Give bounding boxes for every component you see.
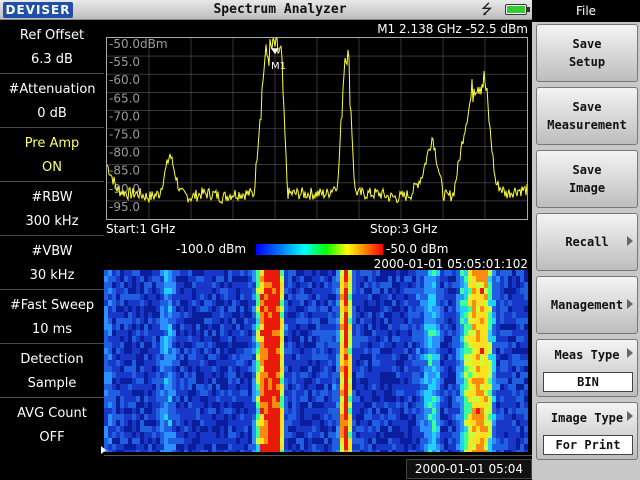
param-value: 10 ms: [31, 322, 73, 337]
param-label: Ref Offset: [19, 28, 85, 43]
button-label: Setup: [568, 55, 606, 69]
y-tick-label: -65.0: [109, 91, 140, 105]
button-label: Measurement: [547, 118, 627, 132]
param-label: Detection: [20, 352, 84, 367]
battery-icon: [505, 4, 530, 15]
y-tick-label: -70.0: [109, 109, 140, 123]
param-rbw[interactable]: #RBW 300 kHz: [0, 182, 104, 236]
param-label: #RBW: [31, 190, 73, 205]
param-label: #Attenuation: [8, 82, 96, 97]
management-button[interactable]: Management: [536, 276, 638, 334]
parameter-panel: Ref Offset 6.3 dB #Attenuation 0 dB Pre …: [0, 20, 104, 452]
submenu-arrow-icon: [627, 411, 633, 421]
param-label: Pre Amp: [24, 136, 80, 151]
param-label: AVG Count: [17, 406, 87, 421]
param-value: 0 dB: [37, 106, 67, 121]
menu-title: File: [532, 0, 640, 22]
param-value: ON: [42, 160, 62, 175]
param-value: OFF: [39, 430, 65, 445]
button-label: Image Type: [550, 411, 624, 425]
waterfall-position-marker: [101, 446, 106, 454]
app-title: Spectrum Analyzer: [213, 2, 347, 17]
y-tick-label: -80.0: [109, 146, 140, 160]
param-value: 300 kHz: [25, 214, 79, 229]
waterfall-image: [104, 270, 528, 456]
save-measurement-button[interactable]: Save Measurement: [536, 87, 638, 145]
save-setup-button[interactable]: Save Setup: [536, 24, 638, 82]
recall-button[interactable]: Recall: [536, 213, 638, 271]
button-label: Management: [550, 298, 624, 312]
param-vbw[interactable]: #VBW 30 kHz: [0, 236, 104, 290]
image-type-button[interactable]: Image Type For Print: [536, 402, 638, 460]
y-tick-label: -60.0: [109, 73, 140, 87]
spectrum-chart: -50.0dBm -55.0 -60.0 -65.0 -70.0 -75.0 -80.0 -8…: [106, 37, 528, 219]
param-ref-offset[interactable]: Ref Offset 6.3 dB: [0, 20, 104, 74]
waterfall-color-bar: [256, 244, 383, 255]
y-tick-label: -50.0dBm: [109, 38, 168, 51]
param-pre-amp[interactable]: Pre Amp ON: [0, 128, 104, 182]
button-label: Save: [572, 37, 602, 51]
meas-type-value: BIN: [543, 372, 633, 392]
waterfall-scale-min: -100.0 dBm: [176, 242, 247, 256]
status-divider: [104, 455, 532, 456]
y-tick-label: -85.0: [109, 164, 140, 178]
submenu-arrow-icon: [627, 236, 633, 246]
status-clock: 2000-01-01 05:04: [406, 459, 532, 479]
button-label: Meas Type: [554, 348, 620, 362]
submenu-arrow-icon: [627, 348, 633, 358]
stop-frequency: Stop:3 GHz: [370, 222, 438, 236]
submenu-arrow-icon: [627, 299, 633, 309]
button-label: Image: [568, 181, 606, 195]
param-label: #Fast Sweep: [9, 298, 95, 313]
marker-label: M1: [271, 61, 286, 72]
usb-icon: ⭍: [481, 2, 493, 18]
start-frequency: Start:1 GHz: [106, 222, 176, 236]
param-value: Sample: [27, 376, 77, 391]
brand-logo: DEVISER: [3, 2, 73, 18]
softkey-menu: File Save Setup Save Measurement Save Im…: [532, 0, 640, 480]
y-tick-label: -55.0: [109, 55, 140, 69]
marker-readout: M1 2.138 GHz -52.5 dBm: [377, 22, 528, 36]
waterfall-timestamp: 2000-01-01 05:05:01:102: [373, 257, 528, 271]
spectrum-plot[interactable]: -50.0dBm -55.0 -60.0 -65.0 -70.0 -75.0 -80.0 -8…: [106, 37, 528, 220]
param-avg-count[interactable]: AVG Count OFF: [0, 398, 104, 452]
image-type-value: For Print: [543, 435, 633, 455]
meas-type-button[interactable]: Meas Type BIN: [536, 339, 638, 397]
y-tick-label: -75.0: [109, 128, 140, 142]
param-fast-sweep[interactable]: #Fast Sweep 10 ms: [0, 290, 104, 344]
button-label: Save: [572, 163, 602, 177]
param-value: 6.3 dB: [31, 52, 73, 67]
param-detection[interactable]: Detection Sample: [0, 344, 104, 398]
y-tick-label: -95.0: [109, 200, 140, 214]
button-label: Recall: [565, 235, 609, 249]
waterfall-display[interactable]: [104, 270, 528, 456]
waterfall-scale-max: -50.0 dBm: [386, 242, 449, 256]
param-label: #VBW: [31, 244, 73, 259]
top-bar: DEVISER Spectrum Analyzer ⭍: [0, 0, 532, 20]
param-attenuation[interactable]: #Attenuation 0 dB: [0, 74, 104, 128]
button-label: Save: [572, 100, 602, 114]
save-image-button[interactable]: Save Image: [536, 150, 638, 208]
param-value: 30 kHz: [29, 268, 75, 283]
